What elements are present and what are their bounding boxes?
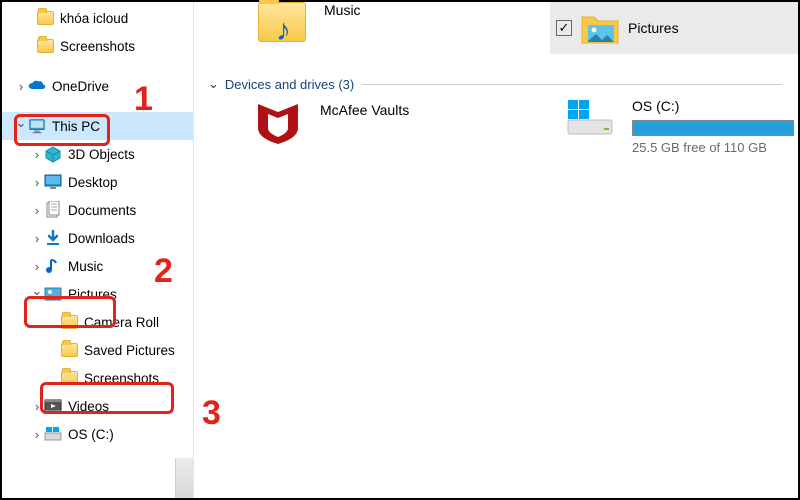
- tree-item-screenshots-quick[interactable]: Screenshots: [2, 32, 193, 60]
- chevron-right-icon[interactable]: [30, 427, 44, 442]
- desktop-icon: [44, 173, 62, 191]
- tree-item-screenshots[interactable]: Screenshots: [2, 364, 193, 392]
- folder-icon: [60, 369, 78, 387]
- tree-item-label: Pictures: [68, 287, 117, 302]
- pictures-icon: [44, 285, 62, 303]
- item-label: McAfee Vaults: [320, 102, 409, 118]
- tree-item-music[interactable]: Music: [2, 252, 193, 280]
- folder-icon: [36, 9, 54, 27]
- chevron-right-icon[interactable]: [30, 259, 44, 274]
- item-os-c-drive[interactable]: OS (C:) 25.5 GB free of 110 GB: [564, 98, 794, 155]
- drive-free-space-label: 25.5 GB free of 110 GB: [632, 140, 794, 155]
- tree-item-3d-objects[interactable]: 3D Objects: [2, 140, 193, 168]
- folder-item-label: Pictures: [628, 20, 679, 36]
- folder-icon: [60, 313, 78, 331]
- folder-item-music[interactable]: ♪: [258, 2, 306, 42]
- item-mcafee-vaults[interactable]: McAfee Vaults: [254, 100, 409, 144]
- pictures-folder-icon: [580, 11, 620, 45]
- chevron-right-icon[interactable]: [30, 399, 44, 414]
- chevron-right-icon[interactable]: [30, 231, 44, 246]
- tree-item-label: This PC: [52, 119, 100, 134]
- chevron-down-icon[interactable]: [14, 118, 28, 134]
- folder-item-label: Music: [324, 2, 361, 18]
- sidebar-scrollbar[interactable]: [175, 458, 193, 498]
- tree-item-downloads[interactable]: Downloads: [2, 224, 193, 252]
- nav-tree-sidebar[interactable]: khóa icloud Screenshots OneDrive This PC: [2, 2, 194, 498]
- downloads-icon: [44, 229, 62, 247]
- chevron-right-icon[interactable]: [30, 147, 44, 162]
- group-header-devices[interactable]: ⌄ Devices and drives (3): [208, 76, 782, 92]
- tree-item-this-pc[interactable]: This PC: [2, 112, 193, 140]
- tree-item-label: 3D Objects: [68, 147, 135, 162]
- chevron-right-icon[interactable]: [30, 203, 44, 218]
- drive-icon: [44, 425, 62, 443]
- tree-item-label: Music: [68, 259, 103, 274]
- group-header-label: Devices and drives (3): [225, 77, 354, 92]
- tree-item-onedrive[interactable]: OneDrive: [2, 72, 193, 100]
- folder-icon: [36, 37, 54, 55]
- videos-icon: [44, 397, 62, 415]
- tree-item-label: Downloads: [68, 231, 135, 246]
- drive-name-label: OS (C:): [632, 98, 794, 114]
- tree-item-documents[interactable]: Documents: [2, 196, 193, 224]
- folder-icon: [60, 341, 78, 359]
- tree-item-pictures[interactable]: Pictures: [2, 280, 193, 308]
- tree-item-saved-pictures[interactable]: Saved Pictures: [2, 336, 193, 364]
- onedrive-icon: [28, 77, 46, 95]
- mcafee-shield-icon: [254, 100, 302, 144]
- folder-item-pictures-selected[interactable]: ✓ Pictures: [550, 2, 798, 54]
- tree-item-label: Camera Roll: [84, 315, 159, 330]
- music-icon: [44, 257, 62, 275]
- chevron-down-icon[interactable]: [30, 286, 44, 302]
- chevron-down-icon[interactable]: ⌄: [208, 76, 219, 92]
- tree-item-camera-roll[interactable]: Camera Roll: [2, 308, 193, 336]
- tree-item-desktop[interactable]: Desktop: [2, 168, 193, 196]
- tree-item-label: Videos: [68, 399, 109, 414]
- music-note-icon: ♪: [276, 14, 291, 48]
- chevron-right-icon[interactable]: [14, 79, 28, 94]
- 3d-objects-icon: [44, 145, 62, 163]
- chevron-right-icon[interactable]: [30, 175, 44, 190]
- checkbox-checked-icon[interactable]: ✓: [556, 20, 572, 36]
- tree-item-label: khóa icloud: [60, 11, 128, 26]
- tree-item-khoa-icloud[interactable]: khóa icloud: [2, 4, 193, 32]
- tree-item-label: Saved Pictures: [84, 343, 175, 358]
- tree-item-label: Documents: [68, 203, 136, 218]
- windows-drive-icon: [564, 98, 616, 138]
- tree-item-label: Screenshots: [84, 371, 159, 386]
- this-pc-icon: [28, 117, 46, 135]
- group-divider: [362, 84, 782, 85]
- tree-item-label: Desktop: [68, 175, 118, 190]
- tree-item-label: OneDrive: [52, 79, 109, 94]
- tree-item-label: Screenshots: [60, 39, 135, 54]
- content-pane[interactable]: ♪ Music ✓ Pictures ⌄ Devices and drives …: [194, 2, 798, 498]
- documents-icon: [44, 201, 62, 219]
- tree-item-os-c-drive[interactable]: OS (C:): [2, 420, 193, 448]
- tree-item-label: OS (C:): [68, 427, 114, 442]
- tree-item-videos[interactable]: Videos: [2, 392, 193, 420]
- drive-usage-bar: [632, 120, 794, 136]
